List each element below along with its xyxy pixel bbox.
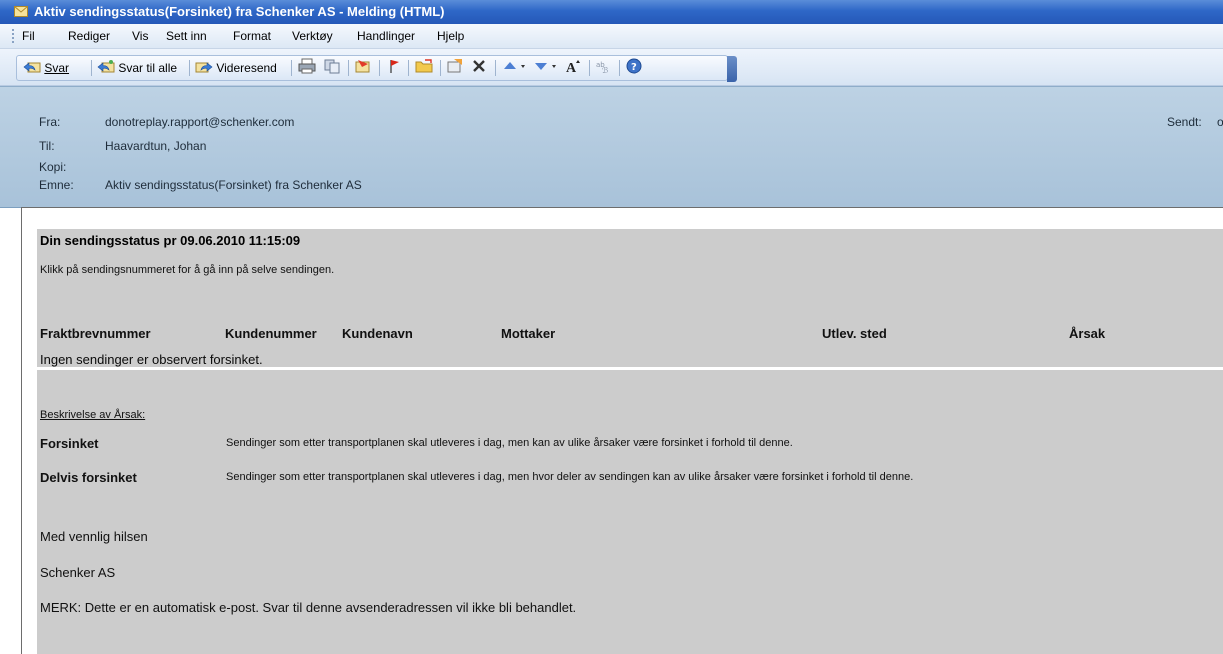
sent-value: o [1217,115,1223,129]
flag-mail-button[interactable] [354,58,372,78]
toolbar-separator [91,60,92,76]
column-header-customer-name: Kundenavn [342,326,413,341]
cc-label: Kopi: [39,160,67,174]
sent-label: Sendt: [1167,115,1202,129]
move-to-folder-button[interactable] [415,58,433,78]
menu-view[interactable]: Vis [132,24,148,48]
toolbar-separator [408,60,409,76]
menu-actions[interactable]: Handlinger [357,24,415,48]
menu-format[interactable]: Format [233,24,271,48]
folder-icon [415,59,433,73]
greeting-text: Med vennlig hilsen [40,529,148,544]
reason-text-partially-delayed: Sendinger som etter transportplanen skal… [226,471,914,483]
copy-icon [324,59,340,74]
reply-icon [23,62,41,73]
svg-text:A: A [566,61,577,74]
description-heading: Beskrivelse av Årsak: [40,409,146,421]
move-icon [447,59,462,73]
next-item-button[interactable] [533,58,559,78]
message-header: Fra: donotreplay.rapport@schenker.com Ti… [0,86,1223,208]
window-title-bar[interactable]: Aktiv sendingsstatus(Forsinket) fra Sche… [0,0,1223,24]
move-button[interactable] [446,58,464,78]
toolbar-separator [589,60,590,76]
automatic-email-note: MERK: Dette er en automatisk e-post. Sva… [40,600,577,615]
envelope-icon [14,6,28,17]
svg-text:ℬ: ℬ [602,66,609,74]
menu-tools[interactable]: Verktøy [292,24,333,48]
svg-text:?: ? [631,62,637,73]
from-label: Fra: [39,115,61,129]
toolbar-options-chevron-icon[interactable] [727,56,737,82]
to-label: Til: [39,139,55,153]
menu-bar: Fil Rediger Vis Sett inn Format Verktøy … [0,24,1223,49]
subject-value: Aktiv sendingsstatus(Forsinket) fra Sche… [105,178,362,192]
delete-icon [473,60,485,72]
help-button[interactable]: ? [625,58,643,78]
toolbar-separator [348,60,349,76]
toolbar-separator [291,60,292,76]
toolbar-separator [189,60,190,76]
column-header-reason: Årsak [1069,326,1106,341]
forward-button[interactable]: Videresend [195,58,277,78]
forward-icon [195,62,213,73]
reason-text-delayed: Sendinger som etter transportplanen skal… [226,437,793,449]
reply-button[interactable]: Svar [23,58,69,78]
help-icon: ? [626,58,642,74]
reply-all-button[interactable]: Svar til alle [97,58,177,78]
toolbar-separator [440,60,441,76]
font-size-button[interactable]: A [565,58,583,78]
toolbar-separator [619,60,620,76]
encoding-icon: ab ℬ [596,61,609,75]
menu-help[interactable]: Hjelp [437,24,464,48]
print-icon [298,58,316,74]
reply-all-icon [97,60,115,73]
reason-term-delayed: Forsinket [40,436,99,451]
column-header-waybill: Fraktbrevnummer [40,326,151,341]
arrow-down-icon [535,63,556,70]
instruction-text: Klikk på sendingsnummeret for å gå inn p… [40,264,335,276]
delete-button[interactable] [471,58,487,78]
previous-item-button[interactable] [502,58,528,78]
menu-grip [12,29,14,43]
encoding-button[interactable]: ab ℬ [595,58,613,78]
font-size-icon: A [566,60,580,76]
follow-up-button[interactable] [386,58,402,78]
forward-label: Videresend [216,61,277,75]
from-value[interactable]: donotreplay.rapport@schenker.com [105,115,294,129]
company-name: Schenker AS [40,565,116,580]
print-button[interactable] [298,58,316,78]
menu-insert[interactable]: Sett inn [166,24,207,48]
reason-term-partially-delayed: Delvis forsinket [40,470,137,485]
menu-edit[interactable]: Rediger [68,24,110,48]
toolbar-separator [379,60,380,76]
column-header-recipient: Mottaker [501,326,556,341]
reply-all-label: Svar til alle [118,61,178,75]
no-shipments-message: Ingen sendinger er observert forsinket. [40,352,263,367]
flag-icon [390,60,399,73]
status-panel [37,229,1223,367]
message-body[interactable]: Din sendingsstatus pr 09.06.2010 11:15:0… [21,207,1223,654]
window-title: Aktiv sendingsstatus(Forsinket) fra Sche… [34,4,445,19]
copy-button[interactable] [323,58,341,78]
arrow-up-icon [504,62,525,69]
status-title: Din sendingsstatus pr 09.06.2010 11:15:0… [40,233,301,248]
subject-label: Emne: [39,178,74,192]
column-header-delivery-place: Utlev. sted [822,326,887,341]
toolbar-strip: Svar Svar til alle Videresend A ab ℬ ? [16,55,737,82]
column-header-customer-number: Kundenummer [225,326,317,341]
menu-file[interactable]: Fil [22,24,35,48]
mail-flag-icon [355,60,370,73]
reply-label: Svar [44,61,70,75]
toolbar: Svar Svar til alle Videresend A ab ℬ ? [0,49,1223,86]
to-value[interactable]: Haavardtun, Johan [105,139,206,153]
toolbar-separator [495,60,496,76]
